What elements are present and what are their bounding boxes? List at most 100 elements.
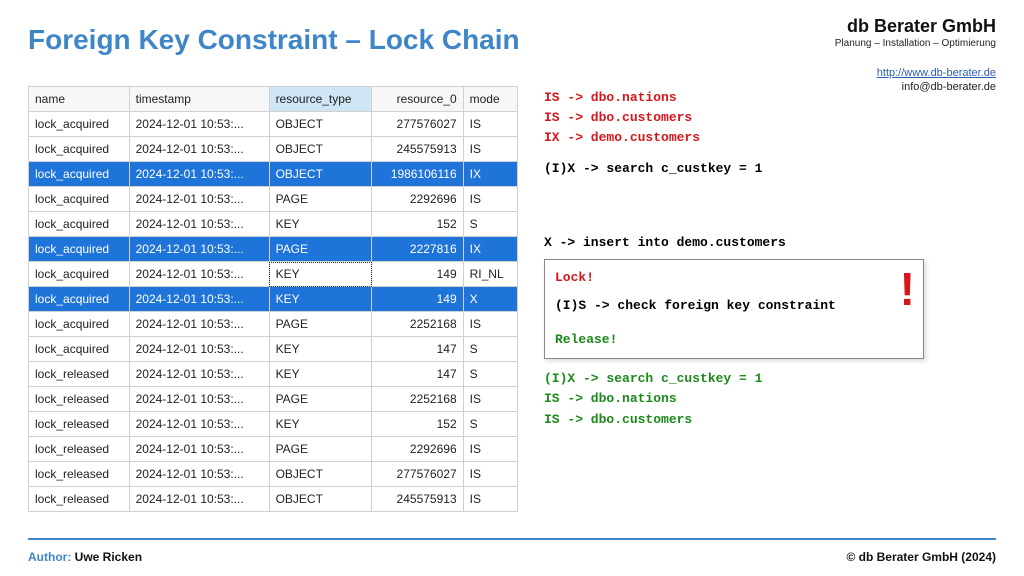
locks-table: name timestamp resource_type resource_0 … xyxy=(28,86,518,512)
cell-mode: IX xyxy=(463,237,517,262)
cell-name: lock_released xyxy=(29,487,130,512)
cell-timestamp: 2024-12-01 10:53:... xyxy=(129,162,269,187)
cell-resource_0: 152 xyxy=(372,212,463,237)
table-row[interactable]: lock_acquired2024-12-01 10:53:...KEY149R… xyxy=(29,262,518,287)
table-row[interactable]: lock_released2024-12-01 10:53:...OBJECT2… xyxy=(29,487,518,512)
col-resource-0[interactable]: resource_0 xyxy=(372,87,463,112)
table-row[interactable]: lock_acquired2024-12-01 10:53:...PAGE229… xyxy=(29,187,518,212)
table-row[interactable]: lock_released2024-12-01 10:53:...KEY147S xyxy=(29,362,518,387)
anno-search-2: (I)X -> search c_custkey = 1 xyxy=(544,369,996,389)
col-timestamp[interactable]: timestamp xyxy=(129,87,269,112)
cell-resource_0: 2252168 xyxy=(372,387,463,412)
cell-resource_0: 2292696 xyxy=(372,437,463,462)
cell-resource_type: PAGE xyxy=(269,237,372,262)
cell-timestamp: 2024-12-01 10:53:... xyxy=(129,362,269,387)
col-resource-type[interactable]: resource_type xyxy=(269,87,372,112)
cell-name: lock_released xyxy=(29,362,130,387)
footer-divider xyxy=(28,538,996,540)
box-check-fk: (I)S -> check foreign key constraint xyxy=(555,296,913,316)
cell-mode: S xyxy=(463,412,517,437)
cell-mode: IS xyxy=(463,437,517,462)
anno-is-customers-2: IS -> dbo.customers xyxy=(544,410,996,430)
cell-name: lock_acquired xyxy=(29,137,130,162)
cell-resource_type: OBJECT xyxy=(269,487,372,512)
cell-resource_type: KEY xyxy=(269,287,372,312)
cell-mode: IS xyxy=(463,387,517,412)
table-row[interactable]: lock_acquired2024-12-01 10:53:...PAGE222… xyxy=(29,237,518,262)
cell-mode: IS xyxy=(463,487,517,512)
author-label: Author: xyxy=(28,550,71,564)
cell-mode: S xyxy=(463,212,517,237)
footer-copyright: © db Berater GmbH (2024) xyxy=(846,550,996,564)
table-row[interactable]: lock_acquired2024-12-01 10:53:...OBJECT2… xyxy=(29,112,518,137)
cell-timestamp: 2024-12-01 10:53:... xyxy=(129,287,269,312)
cell-name: lock_released xyxy=(29,387,130,412)
cell-name: lock_acquired xyxy=(29,112,130,137)
cell-mode: IS xyxy=(463,137,517,162)
footer-author: Author: Uwe Ricken xyxy=(28,550,142,564)
company-email: info@db-berater.de xyxy=(835,81,996,93)
company-name: db Berater GmbH xyxy=(835,16,996,37)
exclamation-icon: ! xyxy=(900,276,915,304)
table-row[interactable]: lock_acquired2024-12-01 10:53:...KEY149X xyxy=(29,287,518,312)
table-row[interactable]: lock_acquired2024-12-01 10:53:...PAGE225… xyxy=(29,312,518,337)
cell-resource_0: 2227816 xyxy=(372,237,463,262)
cell-timestamp: 2024-12-01 10:53:... xyxy=(129,437,269,462)
cell-name: lock_acquired xyxy=(29,312,130,337)
cell-name: lock_acquired xyxy=(29,237,130,262)
anno-insert: X -> insert into demo.customers xyxy=(544,233,996,253)
cell-resource_0: 149 xyxy=(372,262,463,287)
table-row[interactable]: lock_released2024-12-01 10:53:...KEY152S xyxy=(29,412,518,437)
table-row[interactable]: lock_released2024-12-01 10:53:...OBJECT2… xyxy=(29,462,518,487)
cell-resource_type: OBJECT xyxy=(269,162,372,187)
company-url[interactable]: http://www.db-berater.de xyxy=(835,67,996,79)
cell-name: lock_acquired xyxy=(29,162,130,187)
cell-mode: S xyxy=(463,362,517,387)
cell-resource_0: 147 xyxy=(372,337,463,362)
cell-resource_type: OBJECT xyxy=(269,112,372,137)
box-release-label: Release! xyxy=(555,330,913,350)
cell-mode: IX xyxy=(463,162,517,187)
cell-name: lock_acquired xyxy=(29,262,130,287)
cell-resource_type: KEY xyxy=(269,362,372,387)
locks-table-header: name timestamp resource_type resource_0 … xyxy=(29,87,518,112)
anno-is-nations-2: IS -> dbo.nations xyxy=(544,389,996,409)
cell-name: lock_released xyxy=(29,437,130,462)
cell-timestamp: 2024-12-01 10:53:... xyxy=(129,312,269,337)
table-row[interactable]: lock_acquired2024-12-01 10:53:...OBJECT1… xyxy=(29,162,518,187)
cell-resource_type: PAGE xyxy=(269,437,372,462)
table-row[interactable]: lock_acquired2024-12-01 10:53:...KEY147S xyxy=(29,337,518,362)
table-row[interactable]: lock_released2024-12-01 10:53:...PAGE229… xyxy=(29,437,518,462)
cell-mode: IS xyxy=(463,312,517,337)
cell-name: lock_acquired xyxy=(29,187,130,212)
header-company: db Berater GmbH Planung – Installation –… xyxy=(835,16,996,93)
cell-resource_0: 277576027 xyxy=(372,112,463,137)
cell-timestamp: 2024-12-01 10:53:... xyxy=(129,187,269,212)
cell-name: lock_acquired xyxy=(29,287,130,312)
col-name[interactable]: name xyxy=(29,87,130,112)
col-mode[interactable]: mode xyxy=(463,87,517,112)
anno-ix-demo-customers: IX -> demo.customers xyxy=(544,128,996,148)
cell-resource_type: KEY xyxy=(269,337,372,362)
cell-resource_type: PAGE xyxy=(269,387,372,412)
cell-resource_type: KEY xyxy=(269,212,372,237)
cell-name: lock_released xyxy=(29,412,130,437)
cell-mode: X xyxy=(463,287,517,312)
cell-timestamp: 2024-12-01 10:53:... xyxy=(129,462,269,487)
author-name: Uwe Ricken xyxy=(75,550,142,564)
footer: Author: Uwe Ricken © db Berater GmbH (20… xyxy=(28,550,996,564)
cell-resource_0: 147 xyxy=(372,362,463,387)
cell-mode: IS xyxy=(463,112,517,137)
table-row[interactable]: lock_acquired2024-12-01 10:53:...OBJECT2… xyxy=(29,137,518,162)
lock-release-box: Lock! (I)S -> check foreign key constrai… xyxy=(544,259,924,359)
box-lock-label: Lock! xyxy=(555,268,913,288)
cell-timestamp: 2024-12-01 10:53:... xyxy=(129,112,269,137)
cell-timestamp: 2024-12-01 10:53:... xyxy=(129,487,269,512)
cell-timestamp: 2024-12-01 10:53:... xyxy=(129,387,269,412)
cell-resource_0: 149 xyxy=(372,287,463,312)
cell-timestamp: 2024-12-01 10:53:... xyxy=(129,262,269,287)
table-row[interactable]: lock_acquired2024-12-01 10:53:...KEY152S xyxy=(29,212,518,237)
table-row[interactable]: lock_released2024-12-01 10:53:...PAGE225… xyxy=(29,387,518,412)
cell-resource_type: KEY xyxy=(269,412,372,437)
cell-mode: IS xyxy=(463,187,517,212)
